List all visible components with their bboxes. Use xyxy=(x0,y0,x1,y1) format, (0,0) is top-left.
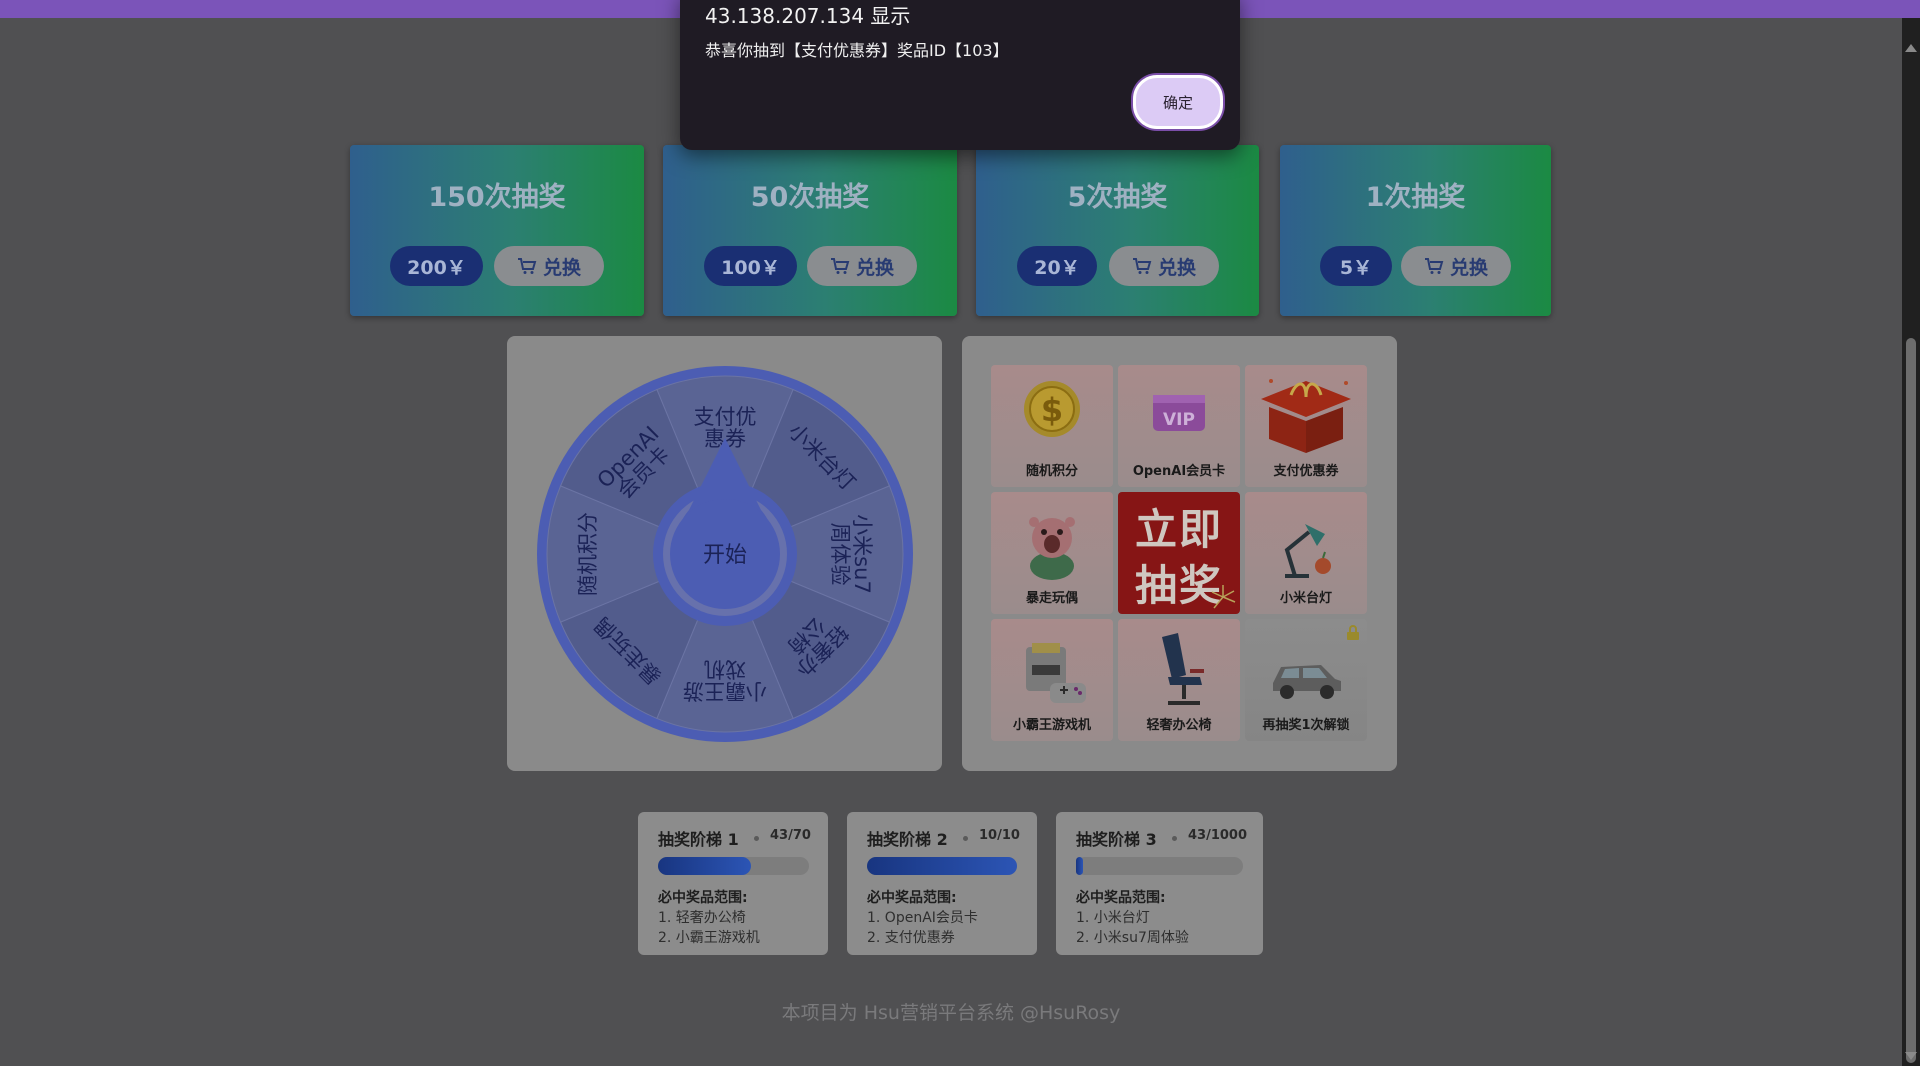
package-title: 1次抽奖 xyxy=(1365,182,1466,213)
car-icon xyxy=(1273,665,1341,699)
firework-icon xyxy=(1211,585,1236,609)
alert-dialog: 43.138.207.134 显示 恭喜你抽到【支付优惠券】奖品ID【103】 … xyxy=(680,0,1240,150)
prize-label: OpenAI会员卡 xyxy=(1132,464,1226,479)
prize-label: 随机积分 xyxy=(1025,464,1078,479)
exchange-button[interactable]: 兑换 xyxy=(807,246,917,286)
lottery-ladder-2: 抽奖阶梯 2 10/10 必中奖品范围: 1. OpenAI会员卡 2. 支付优… xyxy=(847,812,1037,955)
ladder-range-item: 2. 小米su7周体验 xyxy=(1076,930,1189,946)
package-title: 5次抽奖 xyxy=(1067,182,1168,213)
price-badge: 20￥ xyxy=(1017,246,1097,286)
ladder-title: 抽奖阶梯 1 xyxy=(658,830,739,849)
exchange-label: 兑换 xyxy=(1449,256,1488,279)
package-card-5: 5次抽奖 20￥ 兑换 xyxy=(976,145,1259,316)
vertical-scrollbar[interactable] xyxy=(1902,18,1920,1066)
wheel-panel: 支付优惠券小米台灯小米su7周体验轻奢办公椅小霸王游戏机暴走玩偶随机积分Open… xyxy=(507,336,942,771)
coin-icon: $ xyxy=(1024,381,1080,437)
ladder-range-item: 1. OpenAI会员卡 xyxy=(867,910,978,926)
vip-card-icon: VIP xyxy=(1153,395,1205,431)
wheel-start-button[interactable]: 开始 xyxy=(670,499,780,609)
scroll-down-arrow-icon[interactable] xyxy=(1905,1052,1917,1060)
ladder-range-item: 2. 支付优惠券 xyxy=(867,930,955,946)
prize-cell-coupon: 支付优惠券 xyxy=(1245,365,1367,487)
exchange-button[interactable]: 兑换 xyxy=(494,246,604,286)
ladder-progress-track xyxy=(658,857,809,875)
scroll-up-arrow-icon[interactable] xyxy=(1905,44,1917,52)
prize-grid: $ 随机积分 VIP OpenAI会员卡 支付优惠券 暴走玩偶 立即 抽奖 小米… xyxy=(991,365,1368,742)
wheel-segment-label: 小米su7周体验 xyxy=(828,514,874,594)
cart-icon xyxy=(1424,258,1444,274)
exchange-button[interactable]: 兑换 xyxy=(1401,246,1511,286)
exchange-label: 兑换 xyxy=(542,256,581,279)
lottery-ladder-1: 抽奖阶梯 1 43/70 必中奖品范围: 1. 轻奢办公椅 2. 小霸王游戏机 xyxy=(638,812,828,955)
exchange-button[interactable]: 兑换 xyxy=(1109,246,1219,286)
ladder-separator-dot xyxy=(963,836,968,841)
package-card-50: 50次抽奖 100￥ 兑换 xyxy=(663,145,957,316)
lock-icon xyxy=(1347,625,1359,640)
cart-icon xyxy=(1132,258,1152,274)
prize-grid-panel: $ 随机积分 VIP OpenAI会员卡 支付优惠券 暴走玩偶 立即 抽奖 小米… xyxy=(962,336,1397,771)
ladder-title: 抽奖阶梯 2 xyxy=(867,830,948,849)
footer-credit: 本项目为 Hsu营销平台系统 @HsuRosy xyxy=(781,1002,1121,1024)
ladder-progress-fill xyxy=(1076,857,1084,875)
dialog-title: 43.138.207.134 显示 xyxy=(705,4,911,28)
ladder-separator-dot xyxy=(1172,836,1177,841)
cart-icon xyxy=(517,258,537,274)
package-title: 50次抽奖 xyxy=(750,182,870,213)
package-card-150: 150次抽奖 200￥ 兑换 xyxy=(350,145,644,316)
doll-icon xyxy=(1029,517,1075,580)
ladder-range-item: 2. 小霸王游戏机 xyxy=(658,930,760,946)
ladder-range-item: 1. 小米台灯 xyxy=(1076,910,1150,926)
dialog-message: 恭喜你抽到【支付优惠券】奖品ID【103】 xyxy=(705,41,1009,60)
package-card-1: 1次抽奖 5￥ 兑换 xyxy=(1280,145,1551,316)
gift-box-icon xyxy=(1261,379,1351,453)
lottery-wheel: 支付优惠券小米台灯小米su7周体验轻奢办公椅小霸王游戏机暴走玩偶随机积分Open… xyxy=(537,366,913,742)
prize-cell-points: $ 随机积分 xyxy=(991,365,1113,487)
ladder-range-heading: 必中奖品范围: xyxy=(867,890,957,906)
prize-cell-console: 小霸王游戏机 xyxy=(991,619,1113,741)
ladder-count: 43/1000 xyxy=(1188,828,1248,843)
ladder-progress-fill xyxy=(658,857,751,875)
prize-label: 小霸王游戏机 xyxy=(1012,718,1091,733)
ladder-count: 43/70 xyxy=(770,828,811,843)
ladder-range-item: 1. 轻奢办公椅 xyxy=(658,910,746,926)
draw-now-line1[interactable]: 立即 xyxy=(1118,496,1240,557)
scrollbar-thumb[interactable] xyxy=(1906,338,1916,1063)
office-chair-icon xyxy=(1162,633,1204,705)
svg-text:$: $ xyxy=(1041,391,1063,429)
package-title: 150次抽奖 xyxy=(428,182,566,213)
desk-lamp-icon xyxy=(1284,524,1331,578)
prize-label: 轻奢办公椅 xyxy=(1146,718,1212,733)
svg-text:VIP: VIP xyxy=(1163,410,1195,430)
exchange-label: 兑换 xyxy=(855,256,894,279)
cart-icon xyxy=(830,258,850,274)
lottery-ladder-3: 抽奖阶梯 3 43/1000 必中奖品范围: 1. 小米台灯 2. 小米su7周… xyxy=(1056,812,1263,955)
prize-label: 再抽奖1次解锁 xyxy=(1262,718,1350,733)
wheel-segment-label: 随机积分 xyxy=(576,512,600,596)
prize-cell-openai: VIP OpenAI会员卡 xyxy=(1118,365,1240,487)
price-badge: 5￥ xyxy=(1320,246,1392,286)
start-button-label[interactable]: 开始 xyxy=(703,543,747,568)
prize-cell-doll: 暴走玩偶 xyxy=(991,492,1113,614)
prize-label: 支付优惠券 xyxy=(1273,464,1339,479)
ladder-count: 10/10 xyxy=(979,828,1020,843)
dialog-ok-button[interactable]: 确定 xyxy=(1133,75,1223,129)
draw-now-button[interactable]: 立即 抽奖 xyxy=(1118,492,1240,614)
prize-label: 小米台灯 xyxy=(1279,591,1332,606)
ladder-separator-dot xyxy=(754,836,759,841)
prize-cell-car-locked: 再抽奖1次解锁 xyxy=(1245,619,1367,741)
ladder-progress-track xyxy=(867,857,1017,875)
prize-label: 暴走玩偶 xyxy=(1025,591,1078,606)
ladder-progress-track xyxy=(1076,857,1243,875)
prize-cell-chair: 轻奢办公椅 xyxy=(1118,619,1240,741)
game-console-icon xyxy=(1026,643,1086,703)
exchange-label: 兑换 xyxy=(1157,256,1196,279)
ladder-range-heading: 必中奖品范围: xyxy=(1076,890,1166,906)
prize-cell-lamp: 小米台灯 xyxy=(1245,492,1367,614)
ladder-title: 抽奖阶梯 3 xyxy=(1076,830,1157,849)
price-badge: 200￥ xyxy=(390,246,483,286)
price-badge: 100￥ xyxy=(704,246,797,286)
ladder-range-heading: 必中奖品范围: xyxy=(658,890,748,906)
ladder-progress-fill xyxy=(867,857,1017,875)
